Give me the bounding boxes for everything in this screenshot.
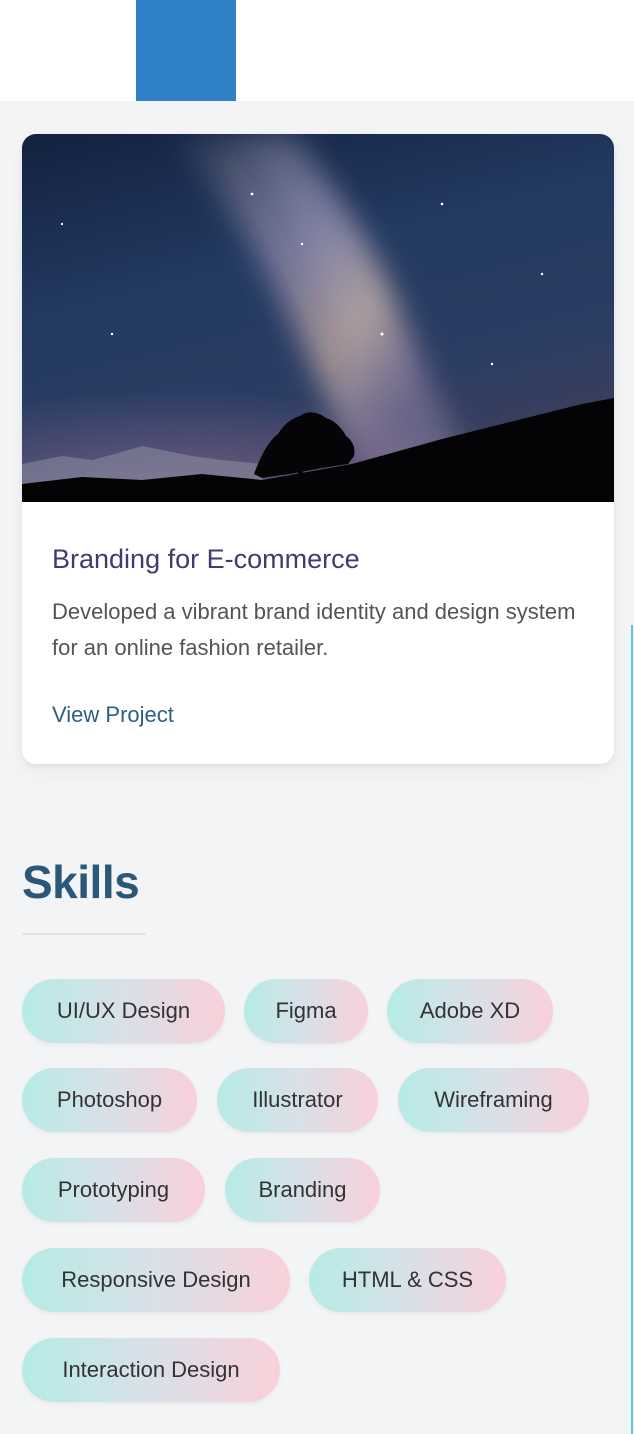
skills-divider bbox=[22, 933, 146, 935]
skill-chip[interactable]: Interaction Design bbox=[22, 1338, 280, 1402]
skill-chip[interactable]: Photoshop bbox=[22, 1068, 197, 1132]
skill-chip[interactable]: Illustrator bbox=[217, 1068, 378, 1132]
scroll-edge-line bbox=[631, 625, 633, 1434]
project-image bbox=[22, 134, 614, 502]
skill-chip[interactable]: Branding bbox=[225, 1158, 380, 1222]
skill-chip[interactable]: Prototyping bbox=[22, 1158, 205, 1222]
skills-heading: Skills bbox=[22, 856, 140, 908]
top-strip bbox=[0, 0, 634, 101]
skill-chip[interactable]: Figma bbox=[244, 979, 368, 1043]
project-title: Branding for E-commerce bbox=[52, 544, 360, 574]
skill-chip[interactable]: Responsive Design bbox=[22, 1248, 290, 1312]
skill-chip[interactable]: HTML & CSS bbox=[309, 1248, 506, 1312]
accent-block bbox=[136, 0, 236, 101]
project-card[interactable]: Branding for E-commerce Developed a vibr… bbox=[22, 134, 614, 764]
view-project-link[interactable]: View Project bbox=[52, 702, 174, 728]
skill-chip[interactable]: UI/UX Design bbox=[22, 979, 225, 1043]
project-description: Developed a vibrant brand identity and d… bbox=[52, 599, 576, 660]
skill-chip[interactable]: Adobe XD bbox=[387, 979, 553, 1043]
skill-chip[interactable]: Wireframing bbox=[398, 1068, 589, 1132]
